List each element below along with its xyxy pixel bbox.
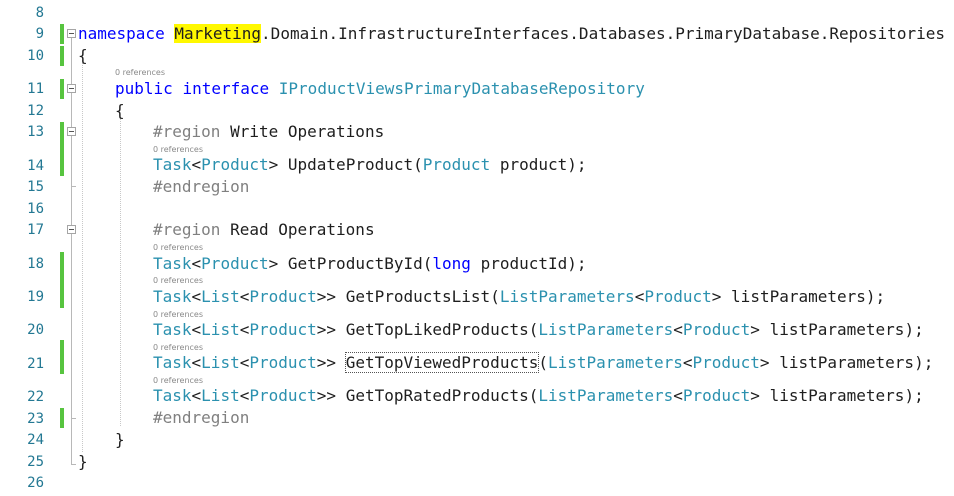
code-line-endregion: #endregion: [153, 177, 250, 196]
code-line-region-write: #region Write Operations: [153, 122, 384, 142]
code-line-namespace: namespace Marketing.Domain.Infrastructur…: [78, 24, 945, 44]
interface-name: IProductViewsPrimaryDatabaseRepository: [278, 79, 645, 98]
code-line-open-brace: {: [115, 101, 125, 120]
keyword: interface: [182, 79, 270, 98]
code-line-get-by-id: Task<Product> GetProductById(long produc…: [153, 254, 587, 273]
region-name: Read Operations: [230, 220, 375, 239]
collapse-namespace-icon[interactable]: [67, 29, 76, 38]
indent-guide: [82, 60, 83, 452]
line-number: 12: [27, 103, 44, 119]
line-number: 26: [27, 475, 44, 491]
change-bar: [60, 24, 64, 44]
method-name: GetProductById: [287, 254, 423, 273]
code-line-close-brace: }: [115, 430, 125, 449]
code-line-top-viewed: Task<List<Product>> GetTopViewedProducts…: [153, 352, 934, 373]
change-bar: [60, 408, 64, 428]
line-number: 8: [35, 5, 44, 21]
line-number: 13: [27, 124, 44, 140]
line-number: 18: [27, 256, 44, 272]
line-number: 15: [27, 179, 44, 195]
codelens-references[interactable]: 0 references: [153, 376, 203, 385]
fold-end: [71, 186, 76, 187]
code-line-top-liked: Task<List<Product>> GetTopLikedProducts(…: [153, 320, 924, 339]
line-number: 10: [27, 48, 44, 64]
line-number: 11: [27, 81, 44, 97]
code-line-top-rated: Task<List<Product>> GetTopRatedProducts(…: [153, 386, 924, 405]
code-line-get-list: Task<List<Product>> GetProductsList(List…: [153, 287, 886, 306]
fold-end: [71, 464, 76, 465]
line-number: 17: [27, 222, 44, 238]
line-number: 9: [35, 26, 44, 42]
method-name: GetProductsList: [345, 287, 491, 306]
codelens-references[interactable]: 0 references: [115, 68, 165, 77]
line-number: 20: [27, 322, 44, 338]
codelens-references[interactable]: 0 references: [153, 243, 203, 252]
preprocessor: #region: [153, 220, 221, 239]
namespace-path: .Domain.InfrastructureInterfaces.Databas…: [261, 24, 945, 43]
codelens-references[interactable]: 0 references: [153, 276, 203, 285]
method-name: GetTopRatedProducts: [345, 386, 529, 405]
line-number: 14: [27, 158, 44, 174]
method-name: GetTopLikedProducts: [345, 320, 529, 339]
code-line-update-product: Task<Product> UpdateProduct(Product prod…: [153, 155, 587, 174]
change-bar: [60, 252, 64, 308]
line-number: 24: [27, 432, 44, 448]
change-bar: [60, 122, 64, 176]
change-bar: [60, 340, 64, 374]
collapse-region-read-icon[interactable]: [67, 225, 76, 234]
collapse-region-write-icon[interactable]: [67, 127, 76, 136]
code-line-region-read: #region Read Operations: [153, 220, 375, 240]
highlighted-word: Marketing: [174, 24, 262, 43]
line-number: 23: [27, 411, 44, 427]
selected-method-name[interactable]: GetTopViewedProducts: [344, 352, 540, 373]
collapse-interface-icon[interactable]: [67, 84, 76, 93]
region-name: Write Operations: [230, 122, 385, 141]
codelens-references[interactable]: 0 references: [153, 310, 203, 319]
preprocessor: #region: [153, 122, 221, 141]
line-number: 25: [27, 454, 44, 470]
line-number: 21: [27, 356, 44, 372]
code-line-endregion: #endregion: [153, 408, 250, 427]
fold-line: [71, 38, 72, 464]
code-line-open-brace: {: [78, 46, 88, 65]
fold-end: [71, 418, 76, 419]
codelens-references[interactable]: 0 references: [153, 343, 203, 352]
keyword: public: [115, 79, 173, 98]
code-line-close-brace: }: [78, 452, 88, 471]
line-number: 16: [27, 201, 44, 217]
line-number: 22: [27, 389, 44, 405]
code-editor[interactable]: 8 9 10 11 12 13 14 15 16 17 18 19 20 21 …: [0, 0, 954, 496]
line-number: 19: [27, 289, 44, 305]
code-line-interface: public interface IProductViewsPrimaryDat…: [115, 79, 645, 99]
method-name: UpdateProduct: [287, 155, 414, 174]
indent-guide: [120, 118, 121, 426]
change-bar: [60, 79, 64, 99]
change-bar: [60, 46, 64, 66]
codelens-references[interactable]: 0 references: [153, 145, 203, 154]
keyword: namespace: [78, 24, 165, 43]
